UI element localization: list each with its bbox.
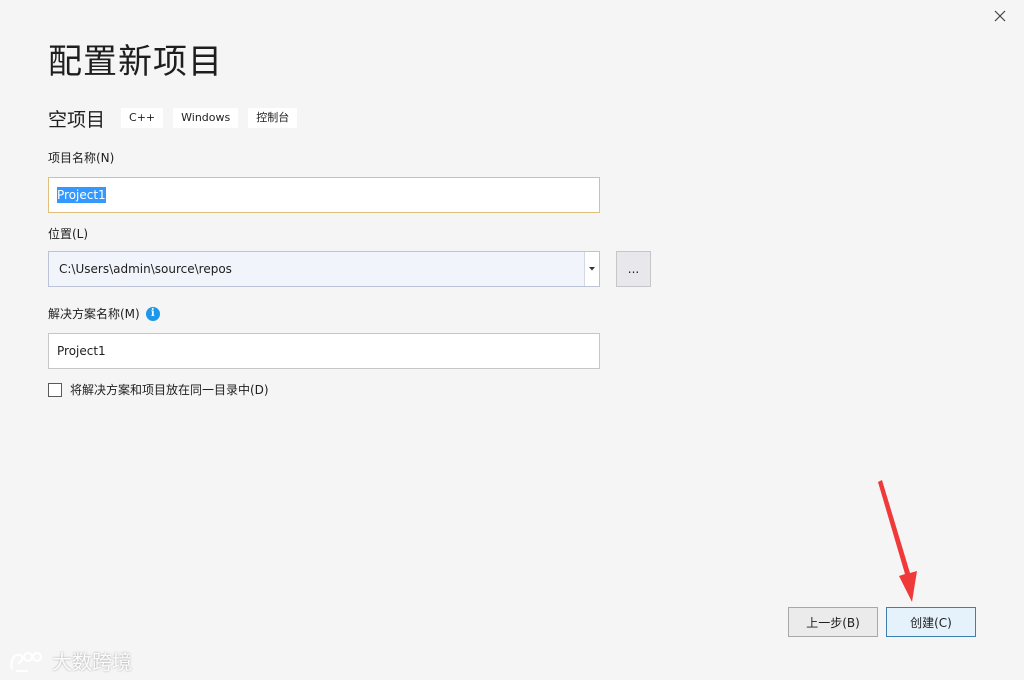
solution-name-label: 解决方案名称(M)	[48, 307, 140, 321]
watermark: 大数跨境	[8, 646, 132, 675]
solution-name-input[interactable]: Project1	[48, 333, 600, 369]
dropdown-arrow-icon[interactable]	[584, 252, 599, 286]
template-summary: 空项目 C++ Windows 控制台	[48, 104, 307, 132]
location-label: 位置(L)	[48, 227, 89, 241]
watermark-logo-icon	[10, 651, 42, 672]
close-button[interactable]	[990, 6, 1010, 26]
project-name-input[interactable]: Project1	[48, 177, 600, 213]
project-name-label: 项目名称(N)	[48, 151, 115, 165]
close-icon	[994, 10, 1006, 22]
page-title: 配置新项目	[48, 42, 223, 82]
solution-name-label-row: 解决方案名称(M) i	[48, 306, 160, 322]
location-value: C:\Users\admin\source\repos	[59, 262, 232, 276]
watermark-text: 大数跨境	[52, 650, 132, 674]
template-name: 空项目	[48, 108, 106, 131]
same-directory-option[interactable]: 将解决方案和项目放在同一目录中(D)	[48, 381, 269, 398]
location-combobox[interactable]: C:\Users\admin\source\repos	[48, 251, 600, 287]
tag-language: C++	[121, 108, 164, 128]
tag-platform: Windows	[173, 108, 239, 128]
create-button[interactable]: 创建(C)	[886, 607, 976, 637]
back-button[interactable]: 上一步(B)	[788, 607, 878, 637]
project-name-value: Project1	[57, 187, 106, 203]
browse-button[interactable]: ...	[616, 251, 651, 287]
red-arrow-annotation-icon	[878, 480, 917, 602]
solution-name-value: Project1	[57, 344, 106, 358]
same-directory-checkbox[interactable]	[48, 382, 62, 397]
tag-project-type: 控制台	[248, 108, 298, 128]
configure-project-dialog: 配置新项目 空项目 C++ Windows 控制台 项目名称(N) Projec…	[0, 0, 1024, 680]
info-icon[interactable]: i	[145, 307, 160, 321]
same-directory-label: 将解决方案和项目放在同一目录中(D)	[70, 383, 269, 397]
